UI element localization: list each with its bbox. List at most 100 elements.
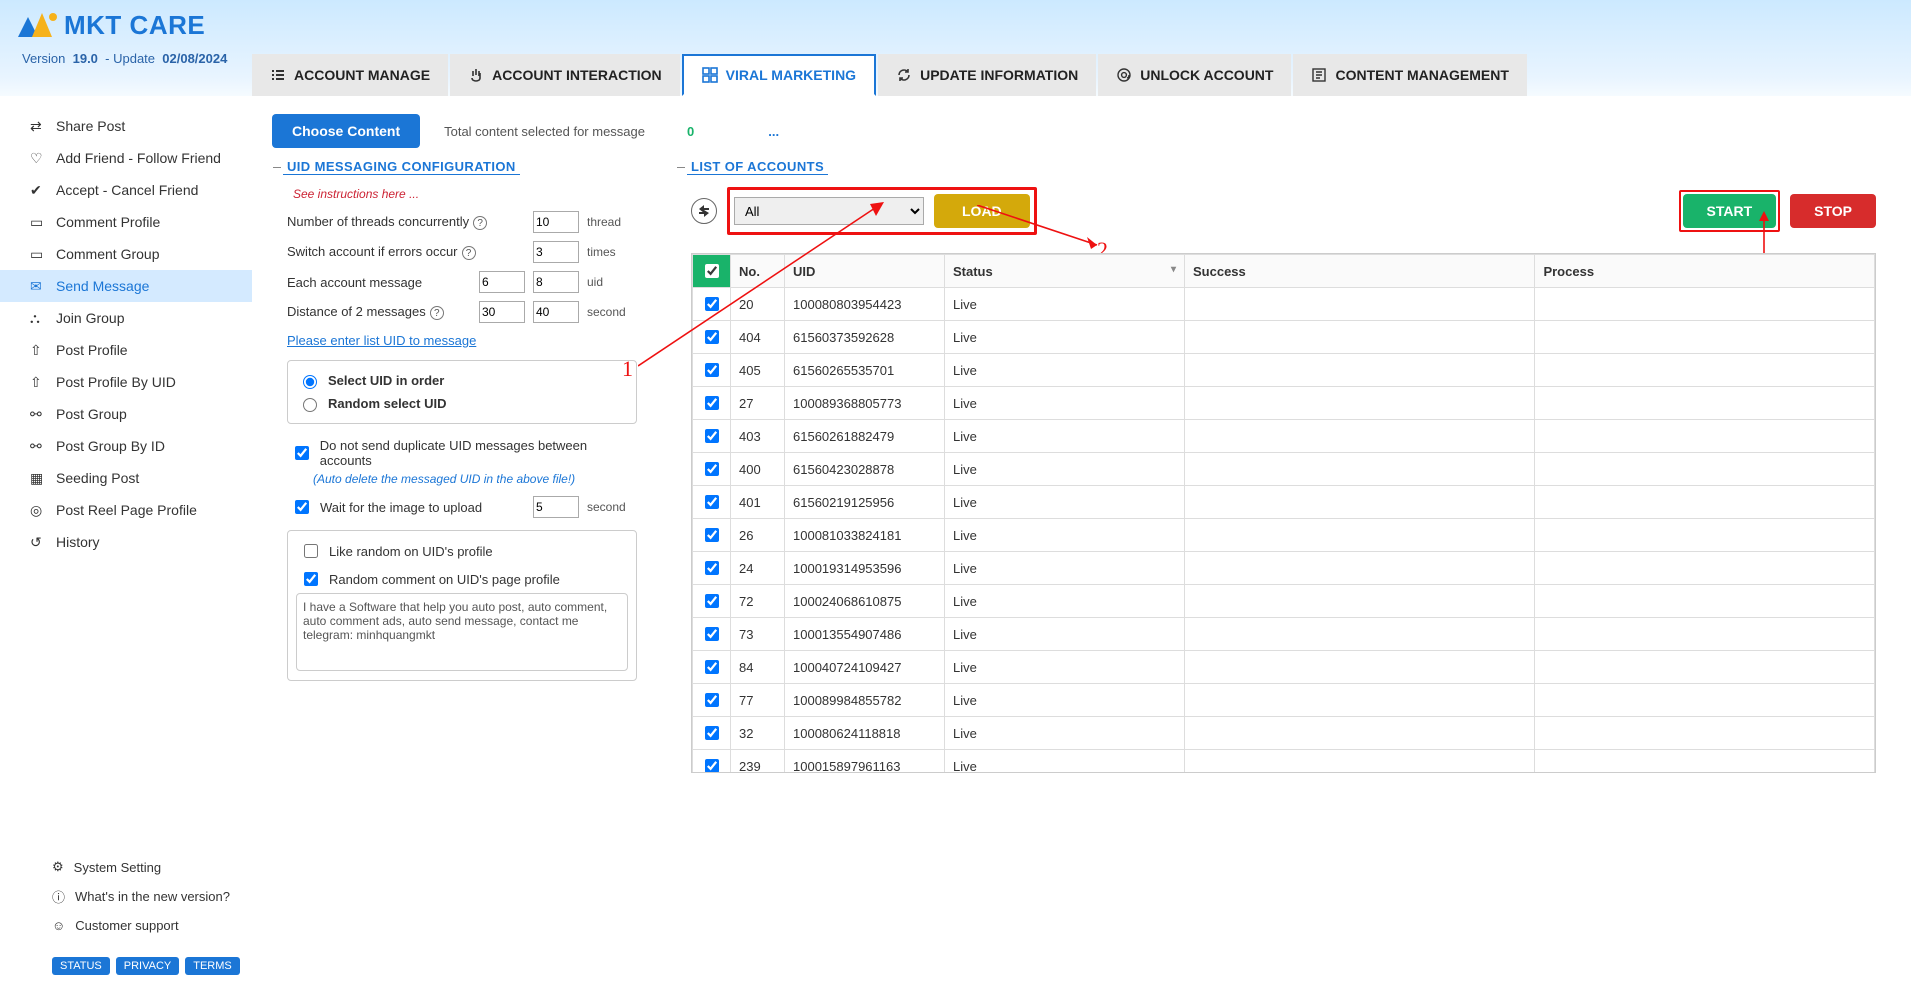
pill-privacy[interactable]: PRIVACY — [116, 957, 179, 975]
table-row[interactable]: 24100019314953596Live — [693, 552, 1875, 585]
row-uid: 100013554907486 — [785, 618, 945, 651]
table-row[interactable]: 77100089984855782Live — [693, 684, 1875, 717]
row-checkbox[interactable] — [693, 519, 731, 552]
sidebar-footer: ⚙System Setting ⓘWhat's in the new versi… — [0, 845, 252, 947]
help-icon[interactable]: ? — [462, 246, 476, 260]
checkbox-like-random[interactable] — [304, 544, 318, 558]
sidebar-item-comment-group[interactable]: ▭Comment Group — [0, 238, 252, 270]
support-icon: ☺ — [52, 918, 65, 933]
sidebar-item-post-group-id[interactable]: ⚯Post Group By ID — [0, 430, 252, 462]
table-row[interactable]: 73100013554907486Live — [693, 618, 1875, 651]
row-no: 400 — [731, 453, 785, 486]
row-checkbox[interactable] — [693, 684, 731, 717]
document-icon — [1311, 67, 1327, 83]
choose-content-button[interactable]: Choose Content — [272, 114, 420, 148]
row-checkbox[interactable] — [693, 585, 731, 618]
switch-input[interactable] — [533, 241, 579, 263]
see-instructions-link[interactable]: See instructions here ... — [293, 187, 637, 201]
row-checkbox[interactable] — [693, 750, 731, 774]
row-checkbox[interactable] — [693, 717, 731, 750]
checkbox-wait-upload[interactable] — [295, 500, 309, 514]
checkbox-nodup[interactable] — [295, 446, 309, 460]
customer-support-link[interactable]: ☺Customer support — [52, 912, 232, 939]
sidebar-item-history[interactable]: ↺History — [0, 526, 252, 558]
row-checkbox[interactable] — [693, 618, 731, 651]
col-process[interactable]: Process — [1535, 255, 1875, 288]
sidebar-item-share-post[interactable]: ⇄Share Post — [0, 110, 252, 142]
row-checkbox[interactable] — [693, 552, 731, 585]
dist-from-input[interactable] — [479, 301, 525, 323]
row-checkbox[interactable] — [693, 387, 731, 420]
table-row[interactable]: 72100024068610875Live — [693, 585, 1875, 618]
row-process — [1535, 684, 1875, 717]
row-no: 401 — [731, 486, 785, 519]
row-no: 26 — [731, 519, 785, 552]
row-process — [1535, 420, 1875, 453]
sidebar-item-send-message[interactable]: ✉Send Message — [0, 270, 252, 302]
threads-input[interactable] — [533, 211, 579, 233]
row-status: Live — [945, 618, 1185, 651]
switch-unit: times — [587, 245, 637, 259]
threads-label: Number of threads concurrently? — [287, 214, 525, 230]
wait-seconds-input[interactable] — [533, 496, 579, 518]
table-row[interactable]: 40361560261882479Live — [693, 420, 1875, 453]
row-success — [1185, 552, 1535, 585]
checkbox-random-comment[interactable] — [304, 572, 318, 586]
help-icon[interactable]: ? — [430, 306, 444, 320]
table-row[interactable]: 32100080624118818Live — [693, 717, 1875, 750]
table-row[interactable]: 27100089368805773Live — [693, 387, 1875, 420]
logo-area: MKT CARE — [18, 10, 1893, 41]
sidebar-item-accept-cancel[interactable]: ✔Accept - Cancel Friend — [0, 174, 252, 206]
content-more-link[interactable]: ... — [768, 124, 779, 139]
sidebar-item-add-friend[interactable]: ♡Add Friend - Follow Friend — [0, 142, 252, 174]
table-row[interactable]: 40161560219125956Live — [693, 486, 1875, 519]
pill-status[interactable]: STATUS — [52, 957, 110, 975]
table-row[interactable]: 239100015897961163Live — [693, 750, 1875, 774]
sidebar-item-post-profile[interactable]: ⇧Post Profile — [0, 334, 252, 366]
row-uid: 100089368805773 — [785, 387, 945, 420]
row-success — [1185, 717, 1535, 750]
sidebar-item-seeding-post[interactable]: ▦Seeding Post — [0, 462, 252, 494]
dist-unit: second — [587, 305, 637, 319]
radio-random[interactable] — [303, 398, 317, 412]
dist-to-input[interactable] — [533, 301, 579, 323]
enter-uid-list-link[interactable]: Please enter list UID to message — [287, 333, 476, 348]
row-checkbox[interactable] — [693, 453, 731, 486]
tab-viral-marketing[interactable]: VIRAL MARKETING — [682, 54, 876, 96]
row-process — [1535, 717, 1875, 750]
row-checkbox[interactable] — [693, 651, 731, 684]
each-from-input[interactable] — [479, 271, 525, 293]
pill-terms[interactable]: TERMS — [185, 957, 240, 975]
row-status: Live — [945, 486, 1185, 519]
sidebar-item-comment-profile[interactable]: ▭Comment Profile — [0, 206, 252, 238]
each-to-input[interactable] — [533, 271, 579, 293]
whats-new-link[interactable]: ⓘWhat's in the new version? — [52, 881, 232, 912]
footer-pill-row: STATUS PRIVACY TERMS — [0, 947, 252, 975]
row-checkbox[interactable] — [693, 486, 731, 519]
tab-update-information[interactable]: UPDATE INFORMATION — [878, 54, 1096, 96]
chevron-down-icon[interactable]: ▾ — [1171, 264, 1176, 275]
table-row[interactable]: 26100081033824181Live — [693, 519, 1875, 552]
tab-account-interaction[interactable]: ACCOUNT INTERACTION — [450, 54, 680, 96]
table-row[interactable]: 84100040724109427Live — [693, 651, 1875, 684]
tab-unlock-account[interactable]: UNLOCK ACCOUNT — [1098, 54, 1291, 96]
row-success — [1185, 420, 1535, 453]
table-row[interactable]: 40061560423028878Live — [693, 453, 1875, 486]
system-setting-link[interactable]: ⚙System Setting — [52, 853, 232, 881]
sidebar-item-join-group[interactable]: ⛬Join Group — [0, 302, 252, 334]
brand-name: MKT CARE — [64, 10, 205, 41]
help-icon[interactable]: ? — [473, 216, 487, 230]
row-checkbox[interactable] — [693, 420, 731, 453]
tab-content-management[interactable]: CONTENT MANAGEMENT — [1293, 54, 1526, 96]
tab-account-manage[interactable]: ACCOUNT MANAGE — [252, 54, 448, 96]
col-status[interactable]: Status▾ — [945, 255, 1185, 288]
sidebar-item-post-group[interactable]: ⚯Post Group — [0, 398, 252, 430]
sidebar-item-post-profile-uid[interactable]: ⇧Post Profile By UID — [0, 366, 252, 398]
col-success[interactable]: Success — [1185, 255, 1535, 288]
radio-order[interactable] — [303, 375, 317, 389]
sidebar-item-post-reel[interactable]: ◎Post Reel Page Profile — [0, 494, 252, 526]
row-uid: 100015897961163 — [785, 750, 945, 774]
comment-text-area[interactable] — [296, 593, 628, 671]
stop-button[interactable]: STOP — [1790, 194, 1876, 228]
radio-order-label: Select UID in order — [328, 373, 444, 388]
